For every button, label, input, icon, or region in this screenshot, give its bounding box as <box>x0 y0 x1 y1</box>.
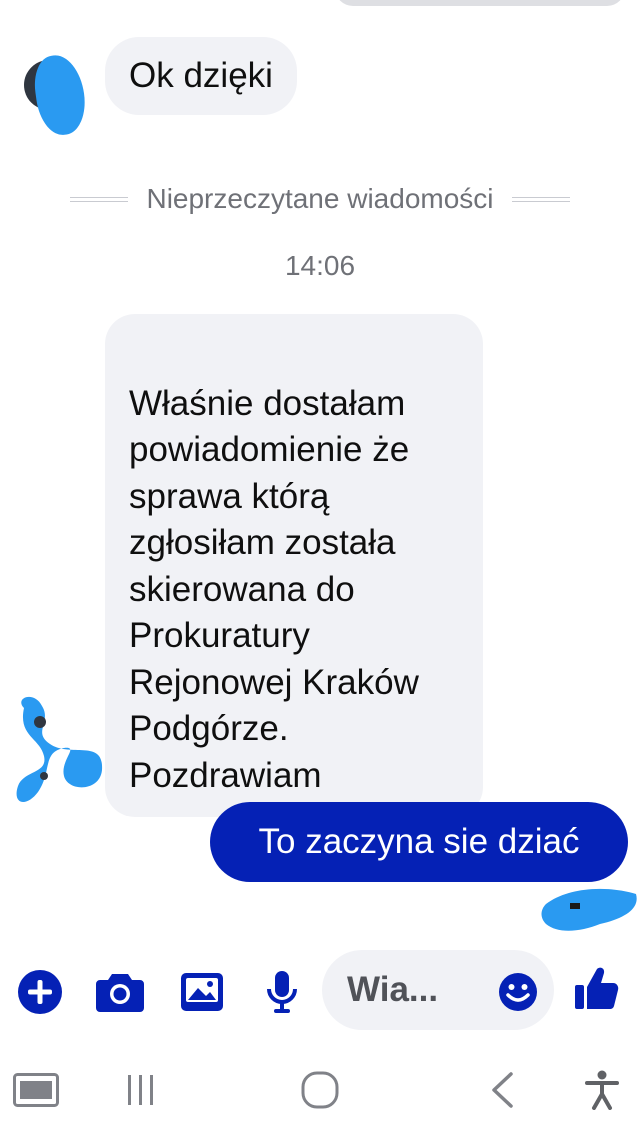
accessibility-icon[interactable] <box>582 1068 622 1112</box>
screenshot-icon[interactable] <box>12 1068 60 1112</box>
message-text: To zaczyna sie dziać <box>258 822 580 861</box>
message-text: Właśnie dostałam powiadomienie że sprawa… <box>129 383 419 795</box>
message-input[interactable]: Wia... <box>322 950 554 1030</box>
incoming-message[interactable]: Właśnie dostałam powiadomienie że sprawa… <box>105 314 483 817</box>
unread-divider: Nieprzeczytane wiadomości <box>0 175 640 223</box>
message-composer: Wia... <box>0 948 640 1034</box>
image-icon[interactable] <box>178 968 226 1016</box>
camera-icon[interactable] <box>96 968 144 1016</box>
system-navigation-bar <box>0 1040 640 1138</box>
back-icon[interactable] <box>484 1068 520 1112</box>
unread-divider-label: Nieprzeczytane wiadomości <box>146 183 494 214</box>
message-input-placeholder: Wia... <box>347 970 439 1009</box>
message-text: Ok dzięki <box>129 55 273 95</box>
plus-icon[interactable] <box>16 968 64 1016</box>
previous-message-bubble <box>335 0 625 6</box>
home-icon[interactable] <box>298 1068 342 1112</box>
recent-apps-icon[interactable] <box>118 1068 162 1112</box>
redaction-scribble <box>30 52 90 138</box>
divider-line <box>511 196 570 202</box>
chat-screen: Ok dzięki Nieprzeczytane wiadomości 14:0… <box>0 0 640 1138</box>
outgoing-message[interactable]: To zaczyna sie dziać <box>210 802 628 882</box>
divider-line <box>70 196 129 202</box>
message-timestamp: 14:06 <box>284 250 356 281</box>
emoji-icon[interactable] <box>498 972 538 1012</box>
incoming-message[interactable]: Ok dzięki <box>105 37 297 115</box>
redaction-scribble <box>16 696 103 803</box>
microphone-icon[interactable] <box>258 968 306 1016</box>
thumbs-up-icon[interactable] <box>572 964 620 1012</box>
redaction-scribble <box>541 888 637 931</box>
